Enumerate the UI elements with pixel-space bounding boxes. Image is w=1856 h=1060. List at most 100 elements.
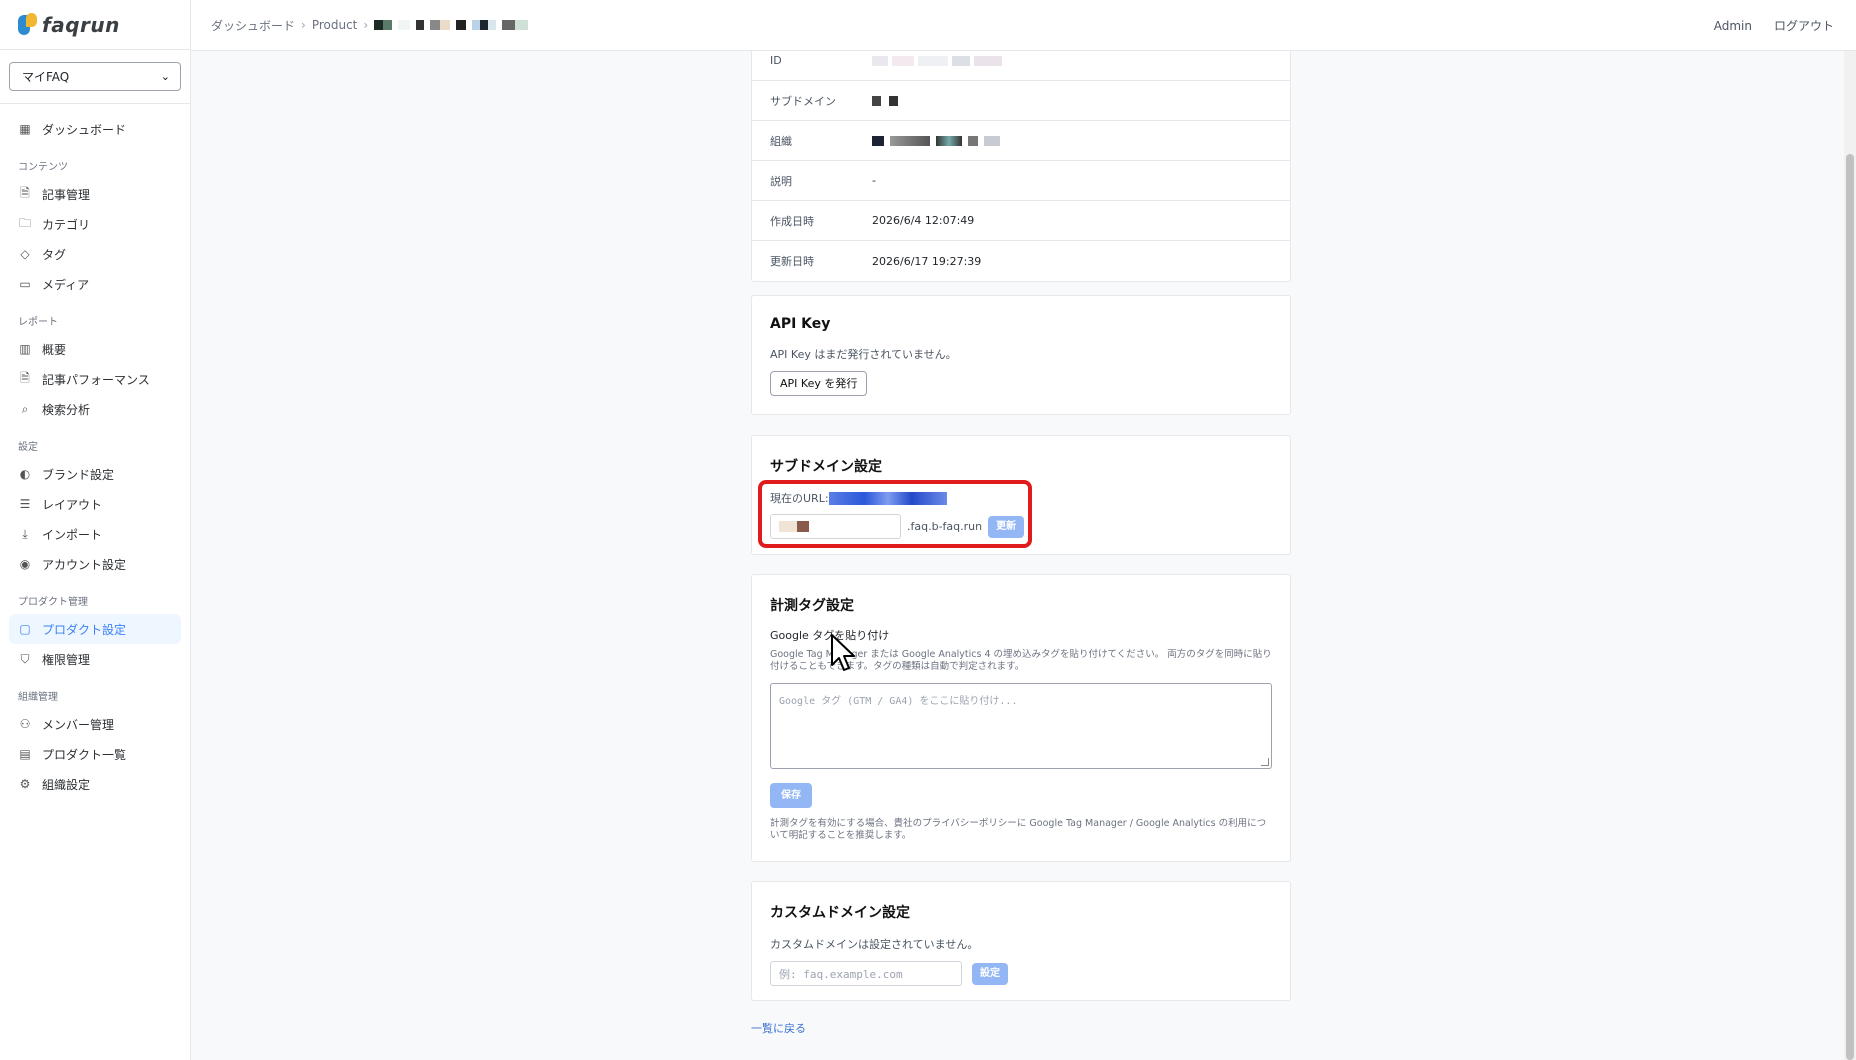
faq-selector[interactable]: マイFAQ ⌄ — [9, 62, 181, 91]
info-value: 2026/6/4 12:07:49 — [872, 214, 975, 227]
breadcrumb-dashboard[interactable]: ダッシュボード — [211, 17, 295, 34]
info-value: 2026/6/17 19:27:39 — [872, 254, 982, 268]
gear-icon: ⚙ — [19, 777, 31, 791]
custom-domain-title: カスタムドメイン設定 — [770, 905, 910, 921]
palette-icon: ◐ — [19, 467, 31, 481]
save-tracking-button[interactable]: 保存 — [770, 783, 812, 808]
api-key-card: API Key API Key はまだ発行されていません。 API Key を発… — [751, 295, 1291, 415]
chevron-down-icon: ⌄ — [160, 70, 170, 83]
nav-section-title: 設定 — [18, 442, 38, 453]
sidebar-item[interactable]: ◉ アカウント設定 — [9, 549, 181, 579]
info-value: - — [872, 174, 876, 187]
info-row-description: 説明 - — [752, 161, 1290, 201]
sidebar-item-label: ダッシュボード — [42, 122, 127, 137]
sidebar-item-label: 組織設定 — [42, 777, 91, 792]
subdomain-title: サブドメイン設定 — [770, 459, 882, 475]
sidebar-item[interactable]: ⛉ 権限管理 — [9, 644, 181, 674]
scrollbar-thumb[interactable] — [1846, 154, 1854, 1060]
custom-domain-placeholder: 例: faq.example.com — [779, 967, 903, 981]
api-key-status: API Key はまだ発行されていません。 — [770, 348, 957, 361]
sidebar-item-label: 権限管理 — [42, 652, 91, 667]
info-row-subdomain: サブドメイン — [752, 81, 1290, 121]
box-icon: ▢ — [19, 622, 31, 636]
resize-handle-icon[interactable] — [1261, 758, 1269, 766]
highlight-box — [758, 480, 1032, 548]
layout-icon: ☰ — [19, 497, 31, 511]
faq-selector-value: マイFAQ — [22, 70, 70, 84]
sidebar-item[interactable]: ▤ プロダクト一覧 — [9, 739, 181, 769]
back-to-list-link[interactable]: 一覧に戻る — [751, 1020, 806, 1036]
nav-section-title: レポート — [18, 317, 58, 328]
main-content: ID サブドメイン 組織 説明 - 作成日時 2026/6/4 12:07:49 — [191, 51, 1856, 1060]
info-key: 作成日時 — [770, 214, 814, 228]
sidebar-item-label: 記事管理 — [42, 187, 91, 202]
nav-section-title: コンテンツ — [18, 162, 68, 173]
info-key: サブドメイン — [770, 94, 836, 108]
info-value-redacted — [872, 95, 898, 106]
logout-link[interactable]: ログアウト — [1774, 17, 1834, 34]
info-key: 組織 — [770, 134, 792, 148]
tracking-tag-card: 計測タグ設定 Google タグを貼り付け Google Tag Manager… — [751, 574, 1291, 862]
logo[interactable]: faqrun — [0, 0, 190, 50]
info-key: ID — [770, 54, 782, 67]
info-value-redacted — [872, 55, 1002, 66]
sidebar-item[interactable]: ⚙ 組織設定 — [9, 769, 181, 799]
api-key-title: API Key — [770, 316, 831, 332]
breadcrumb-product[interactable]: Product — [312, 18, 358, 32]
sidebar-item[interactable]: ▥ 概要 — [9, 334, 181, 364]
sidebar-item[interactable]: ▢ プロダクト設定 — [9, 614, 181, 644]
sidebar-item-label: プロダクト一覧 — [42, 747, 127, 762]
issue-api-key-button[interactable]: API Key を発行 — [770, 371, 868, 396]
sidebar-item-label: ブランド設定 — [42, 467, 115, 482]
sidebar-item[interactable]: ⤓ インポート — [9, 519, 181, 549]
breadcrumb-current-redacted — [374, 20, 529, 30]
sidebar-item[interactable]: ◐ ブランド設定 — [9, 459, 181, 489]
sidebar-item[interactable]: 🗎 記事管理 — [9, 179, 181, 209]
sidebar-item-label: アカウント設定 — [42, 557, 127, 572]
sidebar-item[interactable]: ▦ ダッシュボード — [9, 114, 181, 144]
scrollbar[interactable] — [1844, 51, 1856, 1060]
info-value-redacted — [872, 135, 1000, 146]
sidebar-item[interactable]: ☰ レイアウト — [9, 489, 181, 519]
sidebar-item-label: 概要 — [42, 342, 67, 357]
sidebar-item[interactable]: 🗀 カテゴリ — [9, 209, 181, 239]
tag-icon: ◇ — [20, 247, 30, 261]
sidebar-item[interactable]: ⚇ メンバー管理 — [9, 709, 181, 739]
sidebar: faqrun マイFAQ ⌄ ▦ ダッシュボードコンテンツ 🗎 記事管理 🗀 カテゴリ ◇ タ… — [0, 0, 191, 1060]
tracking-title: 計測タグ設定 — [770, 598, 854, 614]
sidebar-item-label: メンバー管理 — [42, 717, 115, 732]
chevron-right-icon: › — [363, 18, 369, 32]
building-icon: ▤ — [19, 747, 31, 761]
nav-section-title: プロダクト管理 — [18, 597, 88, 608]
info-key: 更新日時 — [770, 255, 814, 268]
grid-icon: ▦ — [19, 122, 31, 136]
sidebar-item[interactable]: 🗎 記事パフォーマンス — [9, 364, 181, 394]
custom-domain-status: カスタムドメインは設定されていません。 — [770, 938, 979, 951]
mouse-cursor-icon — [831, 634, 855, 671]
sidebar-item-label: インポート — [42, 527, 103, 542]
sidebar-item-label: カテゴリ — [42, 217, 91, 232]
sidebar-nav: ▦ ダッシュボードコンテンツ 🗎 記事管理 🗀 カテゴリ ◇ タグ ▭ メディアレポート ▥ 概要 🗎 記… — [0, 104, 190, 799]
custom-domain-input[interactable]: 例: faq.example.com — [770, 961, 962, 986]
admin-user[interactable]: Admin — [1714, 19, 1752, 33]
user-circle-icon: ◉ — [19, 557, 31, 571]
image-icon: ▭ — [19, 277, 31, 291]
bar-chart-icon: ▥ — [19, 342, 31, 356]
shield-icon: ⛉ — [20, 651, 30, 666]
download-icon: ⤓ — [22, 526, 28, 541]
tracking-note: 計測タグを有効にする場合、貴社のプライバシーポリシーに Google Tag M… — [770, 818, 1267, 841]
sidebar-item-label: 記事パフォーマンス — [42, 372, 150, 387]
sidebar-item-label: タグ — [42, 247, 67, 262]
google-tag-textarea[interactable]: Google タグ (GTM / GA4) をここに貼り付け... — [770, 683, 1272, 769]
folder-icon: 🗀 — [18, 215, 31, 230]
sidebar-item-label: プロダクト設定 — [42, 622, 127, 637]
sidebar-item[interactable]: ▭ メディア — [9, 269, 181, 299]
nav-section-title: 組織管理 — [18, 692, 58, 703]
google-tag-placeholder: Google タグ (GTM / GA4) をここに貼り付け... — [779, 696, 1018, 707]
set-custom-domain-button[interactable]: 設定 — [972, 962, 1008, 985]
info-key: 説明 — [770, 174, 792, 188]
sidebar-item[interactable]: ⌕ 検索分析 — [9, 394, 181, 424]
sidebar-item-label: レイアウト — [42, 497, 103, 512]
sidebar-item[interactable]: ◇ タグ — [9, 239, 181, 269]
breadcrumb: ダッシュボード › Product › — [211, 17, 529, 34]
